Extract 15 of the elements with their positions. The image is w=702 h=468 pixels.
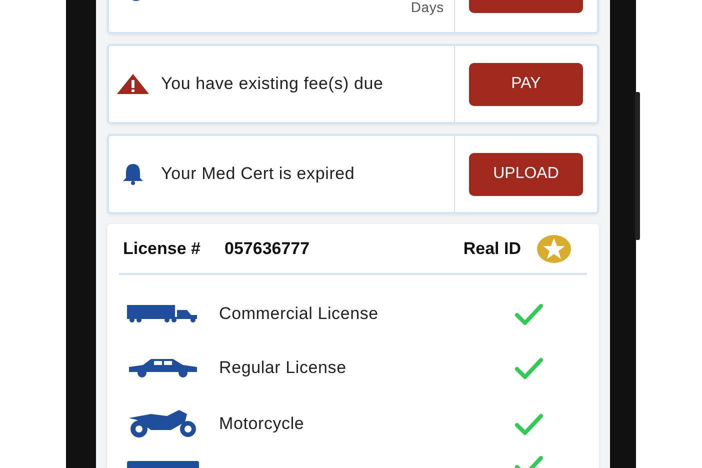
alert-message: Your Med Cert is expired (161, 163, 355, 186)
alert-message: You have existing fee(s) due (161, 73, 384, 96)
action-button[interactable]: UPLOAD (469, 152, 583, 196)
days-label: Days (410, 0, 444, 17)
motorcycle-icon (127, 410, 199, 438)
license-type: Commercial License (219, 303, 380, 326)
action-button[interactable]: PAY (469, 62, 583, 106)
real-id-label: Real ID (463, 238, 521, 260)
car-icon (127, 358, 199, 378)
license-label: License # (123, 238, 200, 260)
license-number: 057636777 (224, 238, 311, 260)
license-type: Motorcycle (219, 413, 306, 436)
warning-icon (117, 74, 149, 94)
truck-icon (127, 305, 199, 323)
license-type: Regular License (219, 357, 348, 380)
